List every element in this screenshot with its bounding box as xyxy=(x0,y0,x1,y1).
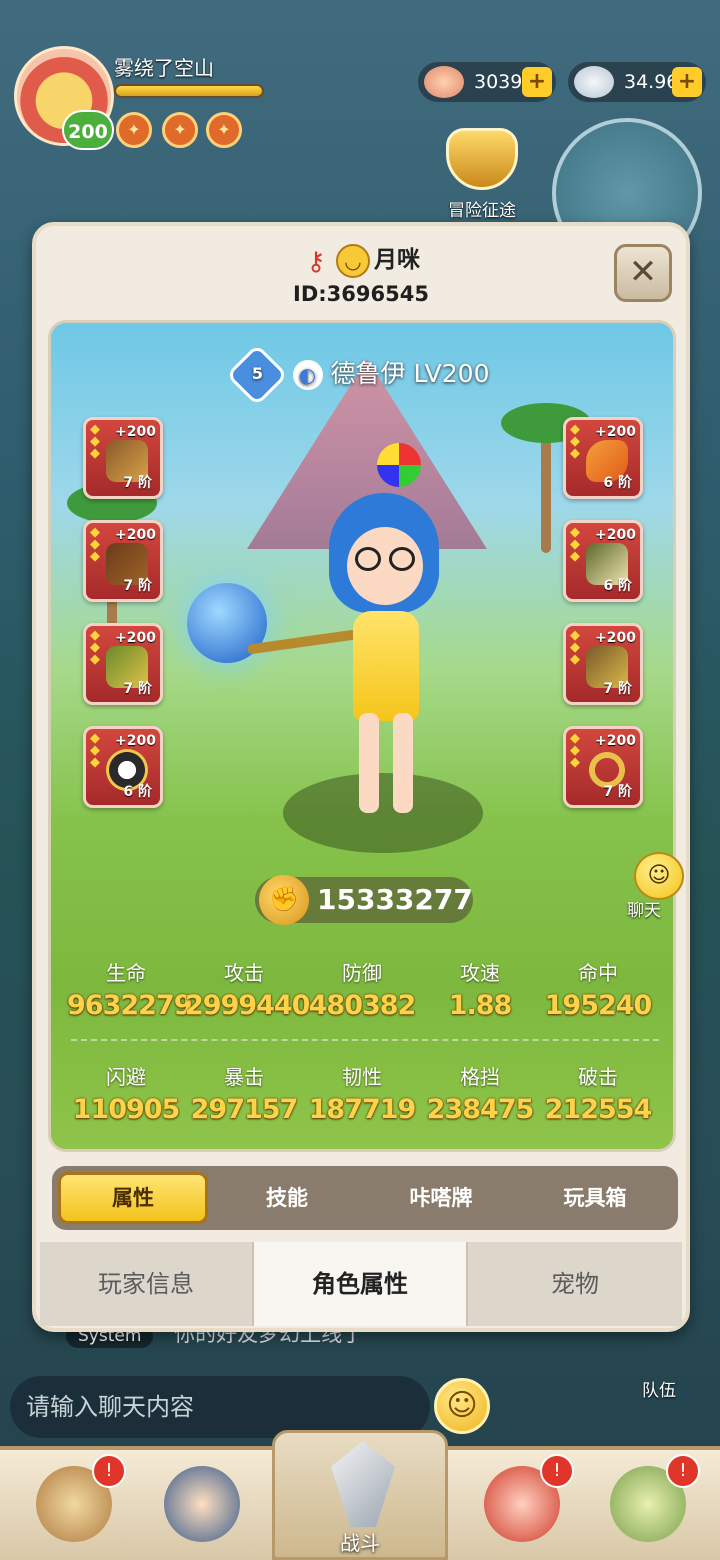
stat-attack-speed: 攻速 1.88 xyxy=(448,961,513,1021)
equip-slot-right-4[interactable]: ◆ ◆ ◆ +200 7 阶 xyxy=(563,726,643,808)
tab-skills[interactable]: 技能 xyxy=(212,1172,362,1224)
exp-bar-fill xyxy=(116,86,262,96)
nav-slot-5[interactable]: ! xyxy=(596,1454,700,1556)
equip-slot-left-4[interactable]: ◆ ◆ ◆ +200 6 阶 xyxy=(83,726,163,808)
equip-tier: 6 阶 xyxy=(603,475,632,491)
profile-dialog: ⚷ ◡ 月咪 ID:3696545 ✕ 5 ◐ 德鲁伊 LV200 ◆ ◆ ◆ +200 xyxy=(32,222,690,1332)
chat-face-icon: ☺ xyxy=(634,852,684,900)
class-level: LV200 xyxy=(413,359,490,388)
bell-icon: ! xyxy=(92,1454,126,1488)
stat-pierce: 破击 212554 xyxy=(544,1065,653,1125)
shell-currency-value: 3039 xyxy=(474,71,523,93)
equip-tier: 7 阶 xyxy=(123,475,152,491)
tab-cards[interactable]: 咔嗒牌 xyxy=(366,1172,516,1224)
adventure-button[interactable]: 冒险征途 xyxy=(432,128,532,221)
character-scene: 5 ◐ 德鲁伊 LV200 ◆ ◆ ◆ +200 7 阶 ◆ ◆ ◆ +200 7 阶 xyxy=(48,320,676,1152)
pearl-plus-button[interactable]: + xyxy=(672,67,702,97)
stat-attack: 攻击 2999440 xyxy=(185,961,311,1021)
equip-plus: +200 xyxy=(115,733,156,749)
stat-dodge: 闪避 110905 xyxy=(72,1065,181,1125)
player-id: ID:3696545 xyxy=(293,282,429,306)
character-model[interactable] xyxy=(321,443,451,813)
equip-plus: +200 xyxy=(115,527,156,543)
chat-bubble-button[interactable]: ☺ 聊天 xyxy=(612,852,692,922)
nav-hero-icon xyxy=(164,1466,240,1542)
stat-accuracy: 命中 195240 xyxy=(544,961,653,1021)
pearl-icon xyxy=(574,66,614,98)
equip-tier: 7 阶 xyxy=(123,681,152,697)
equip-plus: +200 xyxy=(595,630,636,646)
buff-icon-1[interactable]: ✦ xyxy=(116,112,152,148)
shell-currency: 3039 + xyxy=(418,62,556,102)
stat-block: 格挡 238475 xyxy=(426,1065,535,1125)
equip-plus: +200 xyxy=(595,424,636,440)
nav-slot-1[interactable]: ! xyxy=(22,1454,126,1556)
stats-divider xyxy=(71,1039,659,1041)
buff-icon-2[interactable]: ✦ xyxy=(162,112,198,148)
shell-plus-button[interactable]: + xyxy=(522,67,552,97)
dialog-header: ⚷ ◡ 月咪 ID:3696545 ✕ xyxy=(36,226,686,318)
key-icon: ⚷ xyxy=(306,246,326,277)
combat-power: ✊ 15333277 xyxy=(255,875,473,925)
muscle-arm-icon: ✊ xyxy=(259,875,309,925)
pinwheel-icon xyxy=(377,443,421,487)
player-nickname: 月咪 xyxy=(374,247,420,273)
equip-plus: +200 xyxy=(595,733,636,749)
equip-slot-left-3[interactable]: ◆ ◆ ◆ +200 7 阶 xyxy=(83,623,163,705)
equip-plus: +200 xyxy=(115,424,156,440)
sub-tab-bar: 属性 技能 咔嗒牌 玩具箱 xyxy=(52,1166,678,1230)
tab-character-attributes[interactable]: 角色属性 xyxy=(254,1242,468,1326)
team-button[interactable]: 队伍 xyxy=(624,1336,694,1406)
bell-icon: ! xyxy=(540,1454,574,1488)
stat-defense: 防御 480382 xyxy=(308,961,417,1021)
tab-player-info[interactable]: 玩家信息 xyxy=(40,1242,254,1326)
trophy-icon xyxy=(446,128,518,190)
hud-player-name: 雾绕了空山 xyxy=(114,56,214,80)
nav-slot-2[interactable] xyxy=(150,1460,254,1556)
equip-plus: +200 xyxy=(115,630,156,646)
equip-slot-left-2[interactable]: ◆ ◆ ◆ +200 7 阶 xyxy=(83,520,163,602)
star-level-badge: 5 xyxy=(225,343,288,407)
chat-input[interactable]: 请输入聊天内容 xyxy=(10,1376,430,1438)
close-button[interactable]: ✕ xyxy=(614,244,672,302)
level-badge: 200 xyxy=(62,110,114,150)
tab-pets[interactable]: 宠物 xyxy=(468,1242,682,1326)
chat-bubble-label: 聊天 xyxy=(627,901,661,921)
equip-tier: 6 阶 xyxy=(603,578,632,594)
equip-slot-right-3[interactable]: ◆ ◆ ◆ +200 7 阶 xyxy=(563,623,643,705)
stat-crit: 暴击 297157 xyxy=(190,1065,299,1125)
equip-slot-left-1[interactable]: ◆ ◆ ◆ +200 7 阶 xyxy=(83,417,163,499)
equip-slot-right-2[interactable]: ◆ ◆ ◆ +200 6 阶 xyxy=(563,520,643,602)
tab-attributes[interactable]: 属性 xyxy=(58,1172,208,1224)
druid-class-icon: ◐ xyxy=(292,360,323,390)
team-label: 队伍 xyxy=(642,1381,676,1401)
main-tab-bar: 玩家信息 角色属性 宠物 xyxy=(40,1242,682,1326)
stat-hp: 生命 9632279 xyxy=(67,961,193,1021)
buff-icon-3[interactable]: ✦ xyxy=(206,112,242,148)
stat-toughness: 韧性 187719 xyxy=(308,1065,417,1125)
battle-label: 战斗 xyxy=(340,1531,380,1555)
tab-toybox[interactable]: 玩具箱 xyxy=(520,1172,670,1224)
shell-icon xyxy=(424,66,464,98)
adventure-label: 冒险征途 xyxy=(448,201,516,221)
class-row: 5 ◐ 德鲁伊 LV200 xyxy=(51,343,673,407)
emote-face-icon: ◡ xyxy=(336,243,370,278)
class-name: 德鲁伊 xyxy=(330,359,406,388)
exp-bar xyxy=(114,84,264,98)
equip-tier: 7 阶 xyxy=(603,784,632,800)
equip-slot-right-1[interactable]: ◆ ◆ ◆ +200 6 阶 xyxy=(563,417,643,499)
emoji-button[interactable]: ☺ xyxy=(434,1378,490,1434)
player-title-row: ⚷ ◡ 月咪 xyxy=(36,240,686,278)
pearl-currency: 34.96M + xyxy=(568,62,706,102)
sword-icon xyxy=(331,1441,395,1527)
combat-power-value: 15333277 xyxy=(317,883,473,916)
nav-slot-4[interactable]: ! xyxy=(470,1454,574,1556)
bell-icon: ! xyxy=(666,1454,700,1488)
equip-plus: +200 xyxy=(595,527,636,543)
equip-tier: 7 阶 xyxy=(123,578,152,594)
equip-tier: 7 阶 xyxy=(603,681,632,697)
battle-button[interactable]: 战斗 xyxy=(272,1430,448,1560)
equip-tier: 6 阶 xyxy=(123,784,152,800)
